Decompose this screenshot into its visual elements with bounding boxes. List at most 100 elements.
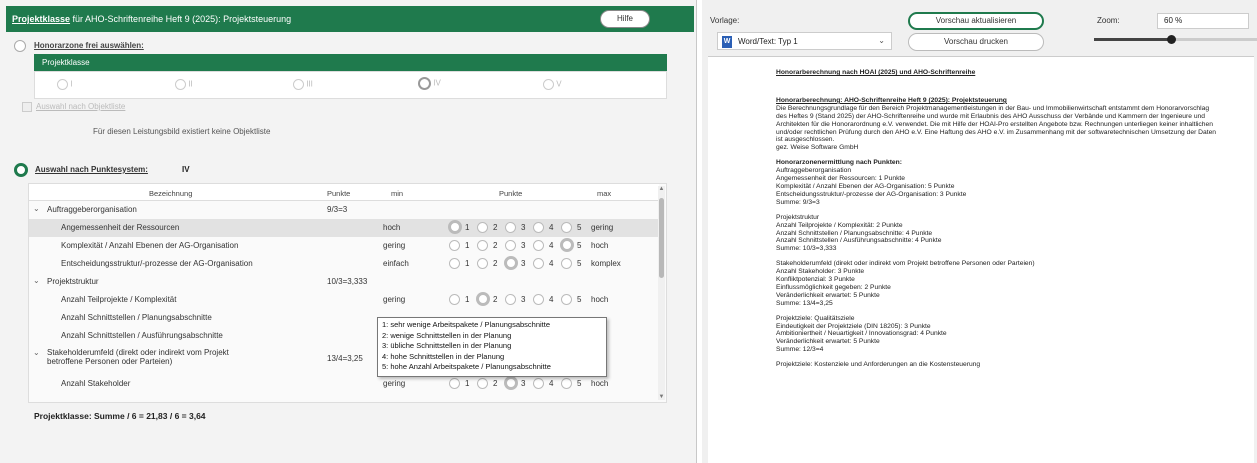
doc-heading-1: Honorarberechnung nach HOAI (2025) und A… <box>776 69 976 76</box>
rating-radio[interactable] <box>449 240 460 251</box>
rating-option-4[interactable]: 4 <box>533 292 561 307</box>
rating-radio[interactable] <box>477 222 488 233</box>
rating-radio[interactable] <box>533 294 544 305</box>
rating-option-2[interactable]: 2 <box>477 238 505 253</box>
rating-option-5[interactable]: 5 <box>561 292 589 307</box>
col-max[interactable]: max <box>597 189 611 198</box>
zoom-field[interactable]: 60 % <box>1157 13 1249 29</box>
pk-option-4[interactable]: IV <box>418 77 441 90</box>
title-link[interactable]: Projektklasse <box>12 14 70 24</box>
rating-option-1[interactable]: 1 <box>449 292 477 307</box>
rating-option-4[interactable]: 4 <box>533 238 561 253</box>
print-preview-button[interactable]: Vorschau drucken <box>908 33 1044 51</box>
rating-number: 2 <box>493 241 498 250</box>
rating-radio[interactable] <box>448 220 462 234</box>
rating-radio[interactable] <box>504 256 518 270</box>
col-punkte[interactable]: Punkte <box>327 189 350 198</box>
table-scrollbar[interactable]: ▲ ▼ <box>658 186 665 400</box>
scroll-up-icon[interactable]: ▲ <box>658 186 665 192</box>
rating-radio[interactable] <box>504 376 518 390</box>
chevron-down-icon[interactable]: ⌄ <box>33 204 40 213</box>
rating-option-1[interactable]: 1 <box>449 238 477 253</box>
rating-radio[interactable] <box>561 294 572 305</box>
table-row[interactable]: Komplexität / Anzahl Ebenen der AG-Organ… <box>29 237 659 255</box>
chevron-down-icon[interactable]: ⌄ <box>33 348 40 357</box>
pk-option-1[interactable]: I <box>57 79 72 90</box>
pk-option-2[interactable]: II <box>175 79 193 90</box>
doc-block: Stakeholderumfeld (direkt oder indirekt … <box>776 260 1216 307</box>
rating-radio[interactable] <box>533 240 544 251</box>
col-punkte2[interactable]: Punkte <box>499 189 522 198</box>
rating-number: 3 <box>521 241 526 250</box>
rating-option-4[interactable]: 4 <box>533 220 561 235</box>
rating-radio[interactable] <box>560 238 574 252</box>
rating-radio[interactable] <box>477 258 488 269</box>
rating-option-4[interactable]: 4 <box>533 256 561 271</box>
help-button[interactable]: Hilfe <box>600 10 650 28</box>
doc-block: Projektstruktur Anzahl Teilprojekte / Kom… <box>776 214 1216 254</box>
table-row[interactable]: Entscheidungsstruktur/-prozesse der AG-O… <box>29 255 659 273</box>
scroll-thumb[interactable] <box>659 198 664 278</box>
vorlage-select[interactable]: W Word/Text: Typ 1 ⌄ <box>717 32 892 50</box>
tooltip-line: 1: sehr wenige Arbeitspakete / Planungsa… <box>382 320 551 329</box>
col-bezeichnung[interactable]: Bezeichnung <box>149 189 192 198</box>
rating-radio[interactable] <box>561 378 572 389</box>
rating-radio[interactable] <box>533 258 544 269</box>
rating-option-2[interactable]: 2 <box>477 256 505 271</box>
punktesystem-radio[interactable] <box>14 163 28 177</box>
refresh-preview-button[interactable]: Vorschau aktualisieren <box>908 12 1044 30</box>
rating-option-4[interactable]: 4 <box>533 376 561 391</box>
rating-radio[interactable] <box>533 378 544 389</box>
rating-option-5[interactable]: 5 <box>561 220 589 235</box>
rating-radio[interactable] <box>449 294 460 305</box>
doc-block: Projektziele: Qualitätsziele Eindeutigkei… <box>776 315 1216 355</box>
rating-option-2[interactable]: 2 <box>477 220 505 235</box>
rating-option-1[interactable]: 1 <box>449 256 477 271</box>
rating-radio[interactable] <box>477 240 488 251</box>
pk-option-3[interactable]: III <box>293 79 313 90</box>
zoom-slider-thumb[interactable] <box>1167 35 1176 44</box>
table-group-row[interactable]: ⌄ Auftraggeberorganisation 9/3=3 <box>29 201 659 219</box>
rating-option-3[interactable]: 3 <box>505 292 533 307</box>
rating-option-5[interactable]: 5 <box>561 256 589 271</box>
rating-number: 1 <box>465 259 470 268</box>
rating-option-1[interactable]: 1 <box>448 220 477 235</box>
free-zone-option[interactable]: Honorarzone frei auswählen: <box>14 40 144 52</box>
free-zone-radio[interactable] <box>14 40 26 52</box>
col-min[interactable]: min <box>391 189 403 198</box>
min-label: gering <box>383 295 406 304</box>
vorlage-label: Vorlage: <box>710 16 740 25</box>
table-row[interactable]: Angemessenheit der Ressourcen hoch 1 2 3 4 5 ge… <box>29 219 659 237</box>
pk-option-5[interactable]: V <box>543 79 562 90</box>
rating-radio[interactable] <box>561 258 572 269</box>
rating-number: 5 <box>577 259 582 268</box>
punktesystem-option[interactable]: Auswahl nach Punktesystem: IV <box>14 163 190 177</box>
rating-option-2[interactable]: 2 <box>476 292 505 307</box>
rating-radio[interactable] <box>505 294 516 305</box>
chevron-down-icon: ⌄ <box>878 36 885 45</box>
rating-option-3[interactable]: 3 <box>505 220 533 235</box>
rating-option-2[interactable]: 2 <box>477 376 505 391</box>
rating-radio[interactable] <box>477 378 488 389</box>
table-row[interactable]: Anzahl Teilprojekte / Komplexität gering 1… <box>29 291 659 309</box>
scroll-down-icon[interactable]: ▼ <box>658 394 665 400</box>
rating-number: 3 <box>521 259 526 268</box>
chevron-down-icon[interactable]: ⌄ <box>33 276 40 285</box>
rating-option-1[interactable]: 1 <box>449 376 477 391</box>
rating-radio[interactable] <box>449 258 460 269</box>
document-preview[interactable]: Honorarberechnung nach HOAI (2025) und A… <box>708 56 1254 463</box>
rating-radio[interactable] <box>561 222 572 233</box>
table-row[interactable]: Anzahl Stakeholder gering 1 2 3 4 5 hoch <box>29 375 659 393</box>
criterion-label: Anzahl Stakeholder <box>61 379 131 388</box>
rating-option-3[interactable]: 3 <box>504 256 533 271</box>
table-group-row[interactable]: ⌄ Projektstruktur 10/3=3,333 <box>29 273 659 291</box>
rating-radio[interactable] <box>476 292 490 306</box>
rating-option-3[interactable]: 3 <box>504 376 533 391</box>
rating-option-5[interactable]: 5 <box>561 376 589 391</box>
rating-option-3[interactable]: 3 <box>505 238 533 253</box>
rating-radio[interactable] <box>505 240 516 251</box>
rating-radio[interactable] <box>505 222 516 233</box>
rating-radio[interactable] <box>533 222 544 233</box>
rating-radio[interactable] <box>449 378 460 389</box>
rating-option-5[interactable]: 5 <box>560 238 589 253</box>
